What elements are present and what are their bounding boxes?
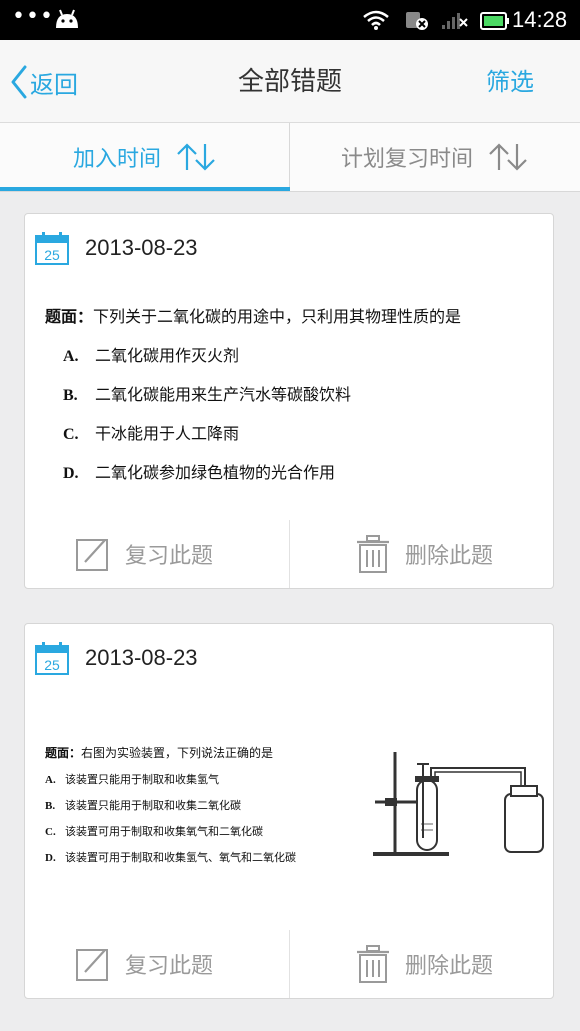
review-label: 复习此题 bbox=[125, 544, 214, 569]
navigation-bar: 返回 全部错题 筛选 bbox=[0, 40, 580, 123]
stem-text: 右图为实验装置，下列说法正确的是 bbox=[81, 746, 274, 760]
calendar-icon: 25 bbox=[35, 641, 69, 675]
signal-icon bbox=[440, 9, 468, 35]
status-time: 14:28 bbox=[512, 7, 568, 32]
option-b: B. 该装置只能用于制取和收集二氧化碳 bbox=[45, 800, 241, 812]
sort-arrows-icon bbox=[175, 142, 217, 172]
card-actions: 复习此题 删除此题 bbox=[25, 520, 553, 588]
question-card[interactable]: 25 2013-08-23 题面：下列关于二氧化碳的用途中，只利用其物理性质的是… bbox=[24, 213, 554, 589]
filter-button[interactable]: 筛选 bbox=[486, 64, 534, 100]
more-notifications-icon: ••• bbox=[12, 4, 54, 29]
action-divider bbox=[289, 520, 290, 588]
lab-apparatus-diagram bbox=[365, 742, 545, 866]
card-date: 2013-08-23 bbox=[85, 645, 198, 670]
tab-label: 计划复习时间 bbox=[340, 147, 473, 172]
calendar-icon: 25 bbox=[35, 231, 69, 265]
question-content: 题面：下列关于二氧化碳的用途中，只利用其物理性质的是 A. 二氧化碳用作灭火剂 B… bbox=[45, 306, 545, 486]
active-tab-indicator bbox=[0, 187, 290, 191]
tab-added-time[interactable]: 加入时间 bbox=[0, 123, 290, 191]
sort-tabs: 加入时间 计划复习时间 bbox=[0, 123, 580, 192]
sim-card-icon bbox=[404, 9, 430, 35]
option-c: C. 干冰能用于人工降雨 bbox=[63, 426, 240, 443]
edit-icon bbox=[76, 539, 108, 571]
delete-label: 删除此题 bbox=[405, 954, 494, 979]
card-date-row: 25 2013-08-23 bbox=[35, 638, 198, 678]
review-label: 复习此题 bbox=[125, 954, 214, 979]
stem-prefix: 题面： bbox=[45, 309, 94, 326]
stem-prefix: 题面： bbox=[45, 746, 82, 760]
option-a: A. 该装置只能用于制取和收集氢气 bbox=[45, 774, 219, 786]
review-question-button[interactable]: 复习此题 bbox=[75, 930, 213, 998]
option-d: D. 二氧化碳参加绿色植物的光合作用 bbox=[63, 465, 336, 482]
trash-icon bbox=[357, 535, 389, 573]
question-content: 题面：右图为实验装置，下列说法正确的是 A. 该装置只能用于制取和收集氢气 B. 该… bbox=[45, 744, 365, 866]
card-actions: 复习此题 删除此题 bbox=[25, 930, 553, 998]
delete-question-button[interactable]: 删除此题 bbox=[355, 930, 493, 998]
trash-icon bbox=[357, 945, 389, 983]
stem-text: 下列关于二氧化碳的用途中，只利用其物理性质的是 bbox=[93, 309, 462, 326]
card-date-row: 25 2013-08-23 bbox=[35, 228, 198, 268]
option-b: B. 二氧化碳能用来生产汽水等碳酸饮料 bbox=[63, 387, 352, 404]
tab-planned-review-time[interactable]: 计划复习时间 bbox=[290, 123, 580, 191]
edit-icon bbox=[76, 949, 108, 981]
sort-arrows-icon bbox=[487, 142, 529, 172]
delete-question-button[interactable]: 删除此题 bbox=[355, 520, 493, 588]
option-a: A. 二氧化碳用作灭火剂 bbox=[63, 348, 240, 365]
card-date: 2013-08-23 bbox=[85, 235, 198, 260]
option-d: D. 该装置可用于制取和收集氢气、氧气和二氧化碳 bbox=[45, 852, 296, 864]
calendar-day: 25 bbox=[44, 247, 60, 263]
wifi-icon bbox=[362, 9, 390, 35]
android-icon bbox=[54, 8, 80, 34]
battery-icon bbox=[480, 12, 510, 34]
calendar-day: 25 bbox=[44, 657, 60, 673]
question-stem: 题面：下列关于二氧化碳的用途中，只利用其物理性质的是 bbox=[45, 306, 545, 330]
action-divider bbox=[289, 930, 290, 998]
tab-label: 加入时间 bbox=[72, 147, 161, 172]
delete-label: 删除此题 bbox=[405, 544, 494, 569]
question-card[interactable]: 25 2013-08-23 题面：右图为实验装置，下列说法正确的是 A. 该装置只… bbox=[24, 623, 554, 999]
question-stem: 题面：右图为实验装置，下列说法正确的是 bbox=[45, 744, 365, 762]
option-c: C. 该装置可用于制取和收集氧气和二氧化碳 bbox=[45, 826, 263, 838]
review-question-button[interactable]: 复习此题 bbox=[75, 520, 213, 588]
status-bar: ••• 14:28 bbox=[0, 0, 580, 40]
